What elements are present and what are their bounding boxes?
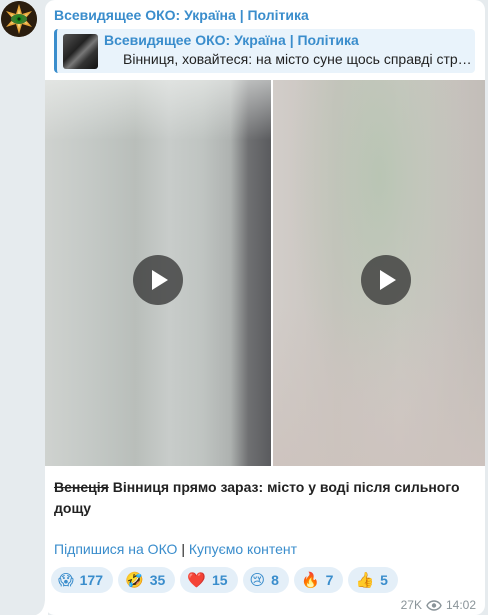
link-separator: | <box>181 541 185 557</box>
message-bubble: Всевидящее ОКО: Україна | Політика Всеви… <box>45 0 485 615</box>
reaction-count: 15 <box>211 572 228 588</box>
thumbs-up-emoji-icon: 👍 <box>355 570 375 589</box>
rofl-emoji-icon: 🤣 <box>125 570 144 589</box>
buy-content-link[interactable]: Купуємо контент <box>189 541 297 557</box>
eye-icon <box>426 599 442 611</box>
message-caption: Венеція Вінниця прямо зараз: місто у вод… <box>54 477 474 519</box>
video-left[interactable] <box>45 80 271 466</box>
reaction-count: 8 <box>271 572 279 588</box>
reaction-count: 35 <box>149 572 166 588</box>
reaction-count: 7 <box>325 572 334 588</box>
reaction-thumbs-up[interactable]: 👍 5 <box>348 567 398 593</box>
reaction-count: 5 <box>380 572 388 588</box>
reaction-scream[interactable]: 😱 177 <box>51 567 113 593</box>
reaction-heart[interactable]: ❤️ 15 <box>180 567 238 593</box>
subscribe-link[interactable]: Підпишися на ОКО <box>54 541 177 557</box>
video-right[interactable] <box>273 80 485 466</box>
view-count: 27K <box>400 598 422 612</box>
caption-text: Вінниця прямо зараз: місто у воді після … <box>54 479 460 516</box>
scream-emoji-icon: 😱 <box>58 570 74 589</box>
eye-logo-icon <box>1 1 37 37</box>
message-meta: 27K 14:02 <box>401 598 476 612</box>
heart-emoji-icon: ❤️ <box>187 570 206 589</box>
cry-emoji-icon: 😢 <box>249 570 266 589</box>
reaction-count: 177 <box>79 572 103 588</box>
reaction-cry[interactable]: 😢 8 <box>242 567 289 593</box>
reaction-fire[interactable]: 🔥 7 <box>293 567 344 593</box>
reply-preview[interactable]: Всевидящее ОКО: Україна | Політика Вінни… <box>54 29 475 73</box>
play-icon[interactable] <box>133 255 183 305</box>
caption-struck: Венеція <box>54 479 109 495</box>
reactions-bar: 😱 177 🤣 35 ❤️ 15 😢 8 🔥 7 👍 5 <box>51 567 398 593</box>
reply-thumbnail <box>63 34 98 69</box>
reply-title: Всевидящее ОКО: Україна | Політика <box>104 32 359 48</box>
reaction-rofl[interactable]: 🤣 35 <box>118 567 176 593</box>
footer-links: Підпишися на ОКО | Купуємо контент <box>54 541 297 557</box>
channel-avatar[interactable] <box>1 1 37 37</box>
message-time: 14:02 <box>445 598 476 612</box>
channel-name[interactable]: Всевидящее ОКО: Україна | Політика <box>54 7 309 23</box>
fire-emoji-icon: 🔥 <box>300 570 320 589</box>
media-grid <box>45 80 485 466</box>
play-icon[interactable] <box>361 255 411 305</box>
reply-text: Вінниця, ховайтеся: на місто суне щось с… <box>123 51 472 67</box>
